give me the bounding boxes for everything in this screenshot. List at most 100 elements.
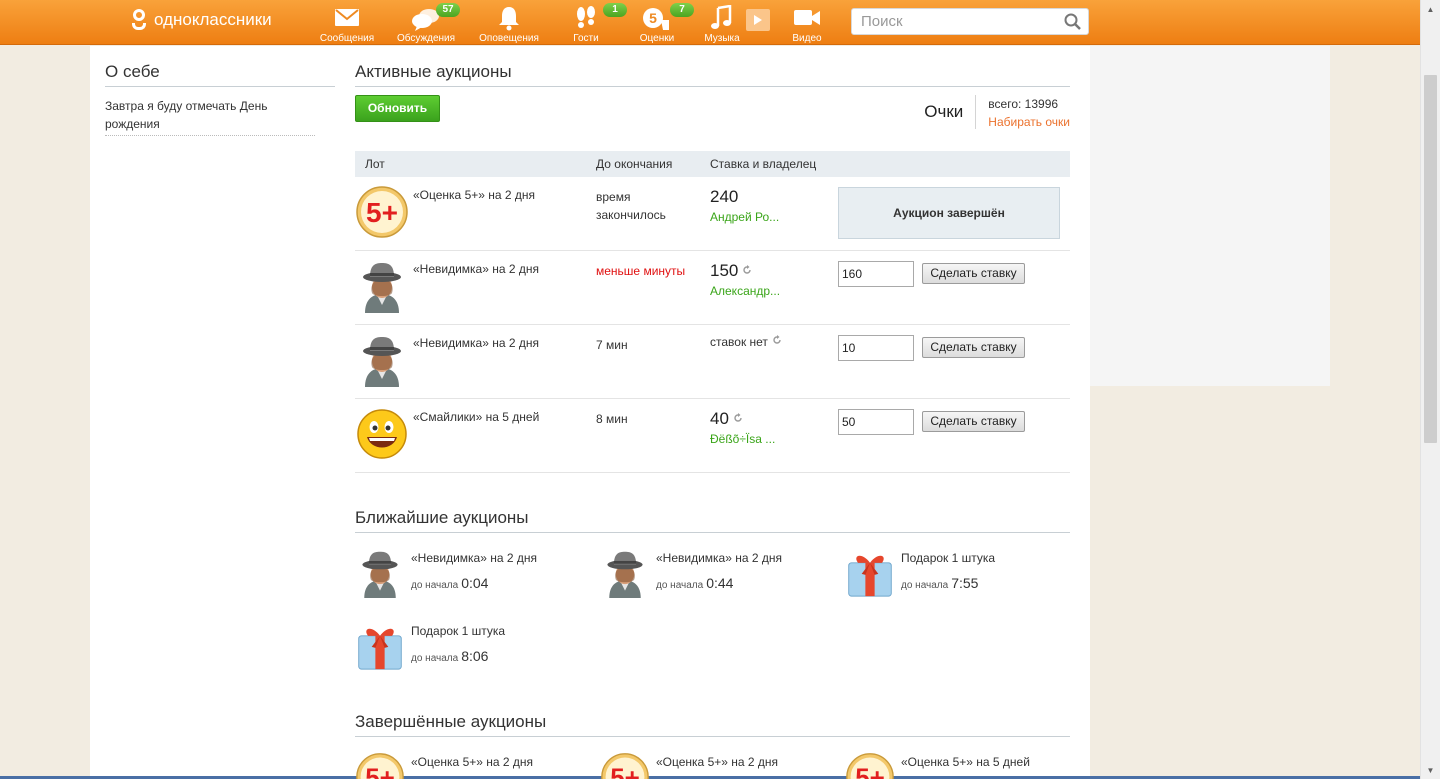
scroll-up-icon[interactable]: ▲ [1421,0,1440,18]
gift-box-icon [355,621,405,671]
upcoming-item[interactable]: «Невидимка» на 2 дня до начала 0:44 [600,548,840,608]
countdown-time: 7:55 [951,575,979,591]
bid-owner[interactable]: Александр... [710,284,780,298]
scrollbar[interactable]: ▲ ▼ [1420,0,1440,779]
place-bid-button[interactable]: Сделать ставку [922,411,1025,432]
nav-discussions[interactable]: 57 Обсуждения [391,3,461,44]
item-name: Подарок 1 штука [411,624,506,638]
nav-messages[interactable]: Сообщения [312,3,382,44]
about-title: О себе [105,62,335,87]
table-header: Лот До окончания Ставка и владелец [355,151,1070,177]
grade-5plus-icon [355,752,405,779]
section-title: Активные аукционы [355,62,1070,87]
bid-info: 240 Андрей Ро... [710,187,779,224]
active-auctions: Активные аукционы Обновить Очки всего: 1… [355,62,1070,473]
time-left: меньше минуты [596,264,686,278]
nav-ratings[interactable]: 5 7 Оценки [622,3,694,44]
envelope-icon [312,3,382,31]
item-name: «Невидимка» на 2 дня [656,551,783,565]
upcoming-item[interactable]: Подарок 1 штука до начала 7:55 [845,548,1085,608]
countdown-prefix: до начала [411,653,459,664]
refresh-icon[interactable] [742,265,752,275]
grade-5plus-icon [355,185,409,239]
countdown-time: 8:06 [461,648,489,664]
upcoming-item[interactable]: «Невидимка» на 2 дня до начала 0:04 [355,548,595,608]
about-section: О себе Завтра я буду отмечать День рожде… [105,62,335,136]
bid-input[interactable] [838,409,914,435]
upcoming-auctions: Ближайшие аукционы «Невидимка» на 2 дня … [355,508,1070,533]
invisible-hat-icon [355,333,409,387]
nav-label: Музыка [704,33,740,44]
bid-owner[interactable]: Андрей Ро... [710,210,779,224]
start-countdown: до начала 0:44 [656,575,733,591]
nav-label: Оценки [639,33,675,44]
time-left: время закончилось [596,190,666,222]
scroll-down-icon[interactable]: ▼ [1421,761,1440,779]
refresh-icon[interactable] [733,413,743,423]
lot-name: «Смайлики» на 5 дней [413,410,540,424]
search-input[interactable] [852,9,1052,34]
nav-guests[interactable]: 1 Гости [551,3,627,44]
finished-item[interactable]: «Оценка 5+» на 2 дня [355,752,595,779]
logo-text: одноклассники [154,10,272,29]
upcoming-item[interactable]: Подарок 1 штука до начала 8:06 [355,621,595,681]
start-countdown: до начала 7:55 [901,575,978,591]
svg-text:5: 5 [649,10,657,26]
lot-name: «Невидимка» на 2 дня [413,262,540,276]
bid-input[interactable] [838,335,914,361]
refresh-button[interactable]: Обновить [355,95,440,122]
countdown-prefix: до начала [901,580,949,591]
notification-badge: 57 [436,3,460,17]
ok-logo-icon [130,8,148,32]
place-bid-button[interactable]: Сделать ставку [922,337,1025,358]
invisible-hat-icon [355,259,409,313]
finished-auctions: Завершённые аукционы «Оценка 5+» на 2 дн… [355,712,1070,737]
grade-5plus-icon [600,752,650,779]
smiley-icon [355,407,409,461]
bid-info: 40 Ðëßõ÷Ïsa ... [710,409,775,446]
bid-info: 150 Александр... [710,261,780,298]
no-bids-text: ставок нет [710,335,768,349]
bid-amount: 150 [710,261,739,280]
place-bid-button[interactable]: Сделать ставку [922,263,1025,284]
points-info: всего: 13996 Набирать очки [976,95,1070,129]
refresh-icon[interactable] [772,335,782,345]
nav-video[interactable]: Видео [772,3,842,44]
finished-item[interactable]: «Оценка 5+» на 2 дня [600,752,840,779]
invisible-hat-icon [600,548,650,598]
table-row: «Невидимка» на 2 дня меньше минуты 150 А… [355,251,1070,325]
nav-notifications[interactable]: Оповещения [474,3,544,44]
time-left: 8 мин [596,412,628,426]
auction-ended-status: Аукцион завершён [838,187,1060,239]
bid-owner[interactable]: Ðëßõ÷Ïsa ... [710,432,775,446]
about-text: Завтра я буду отмечать День рождения [105,97,315,136]
nav-label: Видео [792,33,822,44]
countdown-time: 0:44 [706,575,734,591]
logo[interactable]: одноклассники [130,8,272,32]
finished-item[interactable]: «Оценка 5+» на 5 дней [845,752,1085,779]
item-name: Подарок 1 штука [901,551,996,565]
search-icon[interactable] [1064,13,1082,36]
bid-input[interactable] [838,261,914,287]
time-left: 7 мин [596,338,628,352]
start-countdown: до начала 0:04 [411,575,488,591]
countdown-prefix: до начала [411,580,459,591]
item-name: «Невидимка» на 2 дня [411,551,538,565]
music-play-icon[interactable] [746,9,770,31]
start-countdown: до начала 8:06 [411,648,488,664]
col-bid: Ставка и владелец [710,157,817,171]
search-box [851,8,1089,35]
nav-label: Оповещения [479,33,539,44]
item-name: «Оценка 5+» на 2 дня [411,755,534,769]
countdown-time: 0:04 [461,575,489,591]
lot-name: «Невидимка» на 2 дня [413,336,540,350]
scroll-thumb[interactable] [1424,75,1437,443]
nav-label: Обсуждения [396,33,456,44]
bid-info: ставок нет [710,335,782,349]
points-total: всего: 13996 [988,97,1059,111]
earn-points-link[interactable]: Набирать очки [988,113,1070,131]
invisible-hat-icon [355,548,405,598]
countdown-prefix: до начала [656,580,704,591]
section-title: Завершённые аукционы [355,712,1070,737]
col-time: До окончания [596,157,673,171]
